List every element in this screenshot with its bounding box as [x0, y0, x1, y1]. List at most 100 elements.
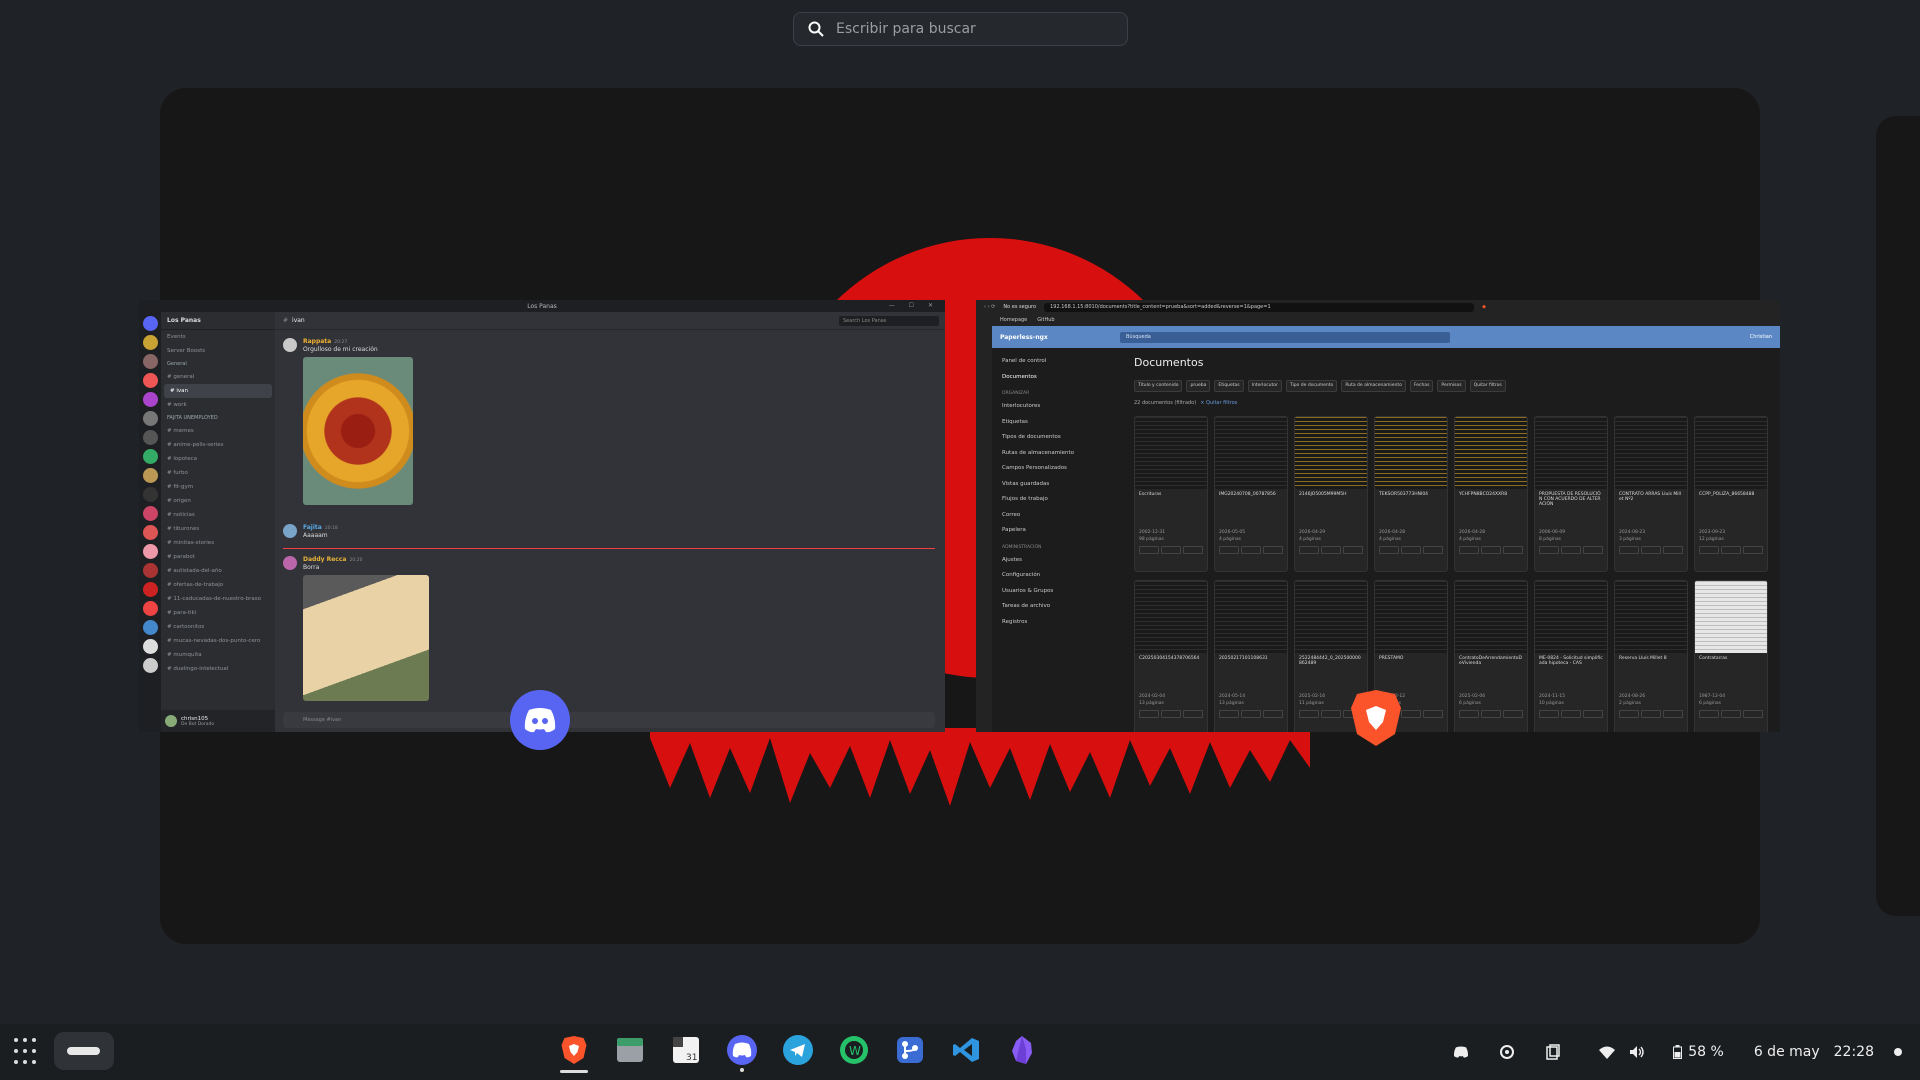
channel-item[interactable]: # anime-pelis-series	[161, 438, 275, 452]
user-menu[interactable]: Christian	[1750, 334, 1772, 340]
nav-item[interactable]: Documentos	[992, 370, 1126, 386]
nav-item[interactable]: Panel de control	[992, 354, 1126, 370]
channel-item[interactable]: # general	[161, 370, 275, 384]
document-thumbnail[interactable]	[1135, 417, 1207, 489]
channel-item[interactable]: # fit-gym	[161, 480, 275, 494]
search-bar[interactable]	[793, 12, 1128, 46]
server-icon[interactable]	[142, 506, 158, 521]
author-name[interactable]: Daddy Recca	[303, 556, 346, 563]
battery-indicator[interactable]: 58 %	[1673, 1044, 1724, 1060]
document-card[interactable]: PROPUESTA DE RESOLUCIÓN CON ACUERDO DE A…	[1534, 416, 1608, 572]
avatar[interactable]	[165, 715, 177, 727]
server-icon[interactable]	[142, 468, 158, 483]
download-icon[interactable]	[1743, 710, 1763, 718]
channel-item[interactable]: # tiburones	[161, 522, 275, 536]
server-icon[interactable]	[142, 335, 158, 350]
bookmark-homepage[interactable]: Homepage	[1000, 317, 1027, 323]
preview-icon[interactable]	[1161, 710, 1181, 718]
filter-button[interactable]: Ruta de almacenamiento	[1341, 380, 1406, 392]
server-icon[interactable]	[142, 316, 158, 331]
nav-item[interactable]: Ajustes	[992, 553, 1126, 569]
document-thumbnail[interactable]	[1695, 581, 1767, 653]
edit-icon[interactable]	[1699, 710, 1719, 718]
server-icon[interactable]	[142, 354, 158, 369]
edit-icon[interactable]	[1299, 546, 1319, 554]
message-image-dog[interactable]	[303, 575, 429, 701]
message[interactable]: Fajita 20:18 Aaaaam	[283, 524, 338, 539]
message-author[interactable]: Fajita 20:18	[303, 524, 338, 531]
wifi-icon[interactable]	[1597, 1042, 1617, 1062]
document-thumbnail[interactable]	[1135, 581, 1207, 653]
channel-item[interactable]: # autistada-del-año	[161, 564, 275, 578]
app-grid-icon[interactable]	[14, 1038, 42, 1066]
author-name[interactable]: Rappata	[303, 338, 331, 345]
nav-item[interactable]: Rutas de almacenamiento	[992, 446, 1126, 462]
download-icon[interactable]	[1583, 710, 1603, 718]
filter-button[interactable]: Tipo de documento	[1285, 380, 1338, 392]
download-icon[interactable]	[1503, 546, 1523, 554]
channel-item[interactable]: Server Boosts	[161, 344, 275, 358]
download-icon[interactable]	[1183, 546, 1203, 554]
channel-item[interactable]: # noticias	[161, 508, 275, 522]
server-icon[interactable]	[142, 544, 158, 559]
edit-icon[interactable]	[1619, 546, 1639, 554]
brave-app-icon[interactable]	[1346, 688, 1406, 748]
brave-icon[interactable]	[556, 1030, 592, 1073]
preview-icon[interactable]	[1321, 546, 1341, 554]
nav-item[interactable]: Correo	[992, 508, 1126, 524]
preview-icon[interactable]	[1241, 710, 1261, 718]
server-icon[interactable]	[142, 620, 158, 635]
preview-icon[interactable]	[1481, 710, 1501, 718]
address-bar[interactable]: 192.168.1.15:8010/documents?title_conten…	[1044, 302, 1475, 312]
document-card[interactable]: CONTRATO ARRAS Lluís Millet Nº2 2024-08-2…	[1614, 416, 1688, 572]
avatar[interactable]	[283, 556, 297, 570]
channel-item[interactable]: # lopoteca	[161, 452, 275, 466]
calendar-icon[interactable]: 31	[668, 1030, 704, 1070]
discord-search-input[interactable]: Search Los Panas	[839, 316, 939, 326]
preview-icon[interactable]	[1561, 546, 1581, 554]
document-thumbnail[interactable]	[1295, 417, 1367, 489]
nav-item[interactable]: Vistas guardadas	[992, 477, 1126, 493]
message-author[interactable]: Daddy Recca 20:20	[303, 556, 429, 563]
author-name[interactable]: Fajita	[303, 524, 322, 531]
channel-category[interactable]: FAJITA UNEMPLOYED	[161, 412, 275, 424]
channel-category[interactable]: General	[161, 358, 275, 370]
document-thumbnail[interactable]	[1615, 581, 1687, 653]
server-name[interactable]: Los Panas	[161, 312, 275, 330]
document-thumbnail[interactable]	[1615, 417, 1687, 489]
document-thumbnail[interactable]	[1455, 581, 1527, 653]
edit-icon[interactable]	[1619, 710, 1639, 718]
message-image-pizza[interactable]	[303, 357, 413, 505]
filter-button[interactable]: prueba	[1186, 380, 1211, 392]
paperless-brand[interactable]: Paperless-ngx	[1000, 334, 1110, 341]
date-label[interactable]: 6 de may	[1754, 1044, 1820, 1060]
document-card[interactable]: C20250304154378706564 2024-02-04 13 página…	[1134, 580, 1208, 732]
discord-tray-icon[interactable]	[1451, 1042, 1471, 1062]
filter-button[interactable]: Permisos	[1437, 380, 1466, 392]
nav-item[interactable]: Flujos de trabajo	[992, 492, 1126, 508]
preview-icon[interactable]	[1161, 546, 1181, 554]
download-icon[interactable]	[1583, 546, 1603, 554]
channel-item[interactable]: # work	[161, 398, 275, 412]
server-icon[interactable]	[142, 392, 158, 407]
server-icon[interactable]	[142, 658, 158, 673]
edit-icon[interactable]	[1219, 710, 1239, 718]
server-icon[interactable]	[142, 449, 158, 464]
message-input[interactable]: Message #ivan	[283, 712, 935, 728]
clear-filters-link[interactable]: × Quitar filtros	[1200, 400, 1237, 406]
channel-item[interactable]: # ivan	[164, 384, 272, 398]
clipboard-tray-icon[interactable]	[1543, 1042, 1563, 1062]
document-thumbnail[interactable]	[1215, 417, 1287, 489]
document-card[interactable]: TEKSOR503773HNI04 2026-04-28 4 páginas	[1374, 416, 1448, 572]
status-dot-icon[interactable]	[1894, 1048, 1902, 1056]
document-card[interactable]: Contratarras 1987-12-04 6 páginas	[1694, 580, 1768, 732]
filter-button[interactable]: Quitar filtros	[1469, 380, 1506, 392]
edit-icon[interactable]	[1139, 710, 1159, 718]
channel-item[interactable]: # mumquita	[161, 648, 275, 662]
document-card[interactable]: CCPP_POLIZA_86658488 2023-09-23 12 páginas	[1694, 416, 1768, 572]
channel-item[interactable]: # mucas-nevadas-dos-punto-cero	[161, 634, 275, 648]
security-warning[interactable]: No es seguro	[1003, 304, 1036, 310]
brave-paperless-window[interactable]: ‹ › ⟳ No es seguro 192.168.1.15:8010/doc…	[976, 300, 1780, 732]
document-card[interactable]: Reserva Lluís Millet 8 2024-08-26 2 página…	[1614, 580, 1688, 732]
channel-item[interactable]: # minitas-stories	[161, 536, 275, 550]
